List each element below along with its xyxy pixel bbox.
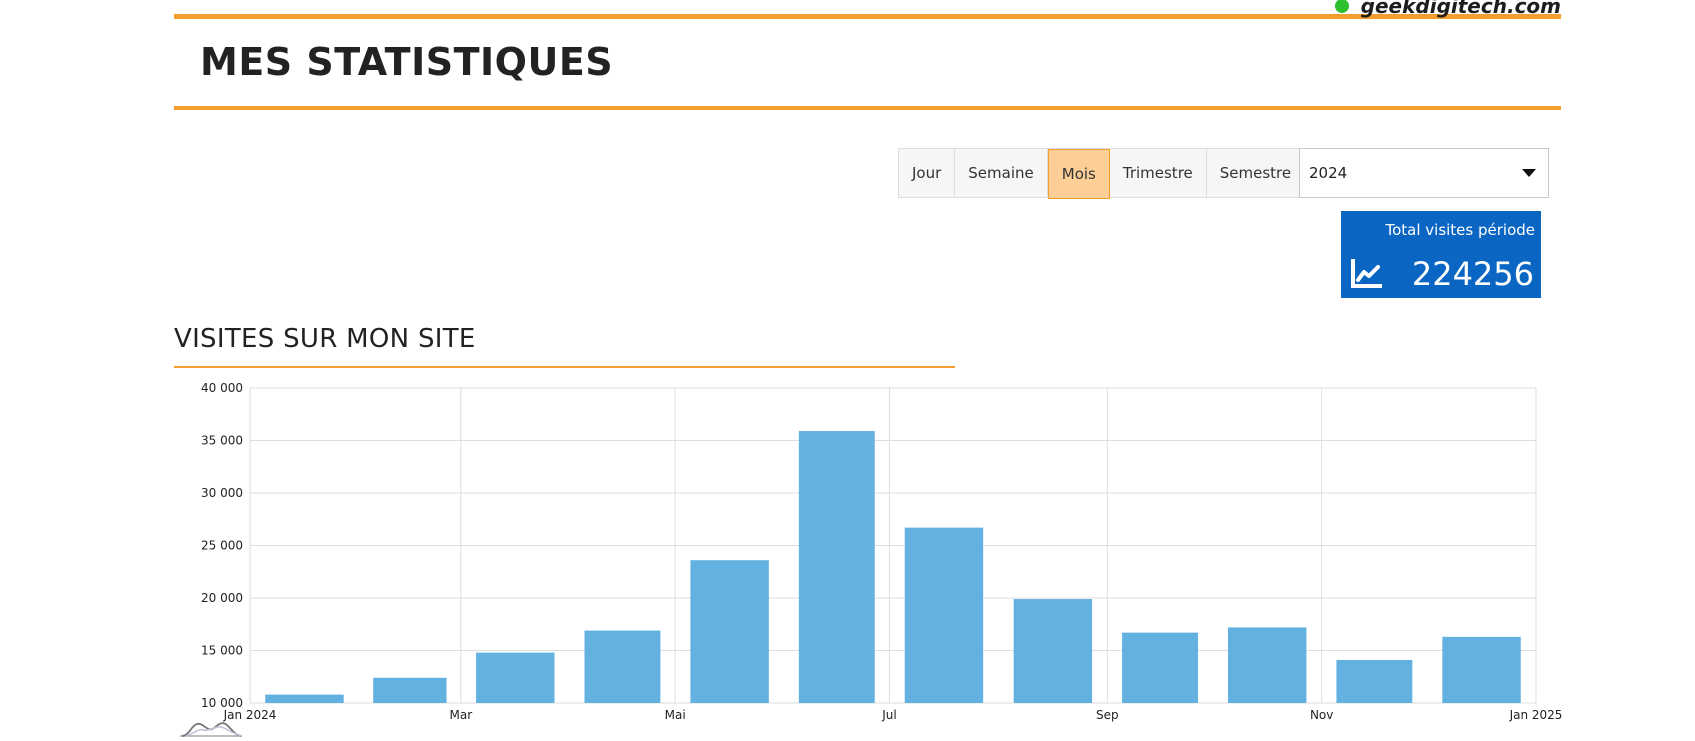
chart-bar [1227,627,1307,703]
chart-bar [798,431,875,703]
chart-bar [1442,636,1521,703]
chart-bar [476,652,555,703]
chart-bar [1122,632,1198,703]
chart-x-axis: Jan 2024 Mar Mai Jul Sep Nov Jan 2025 [223,708,1563,722]
x-tick-label: Mai [665,708,686,722]
x-tick-label: Jan 2025 [1509,708,1563,722]
y-tick-label: 20 000 [201,591,243,605]
y-tick-label: 15 000 [201,644,243,658]
chart-bar [1336,659,1413,703]
chart-bar [904,527,984,703]
x-tick-label: Sep [1096,708,1119,722]
chart-bar [373,677,447,703]
x-tick-label: Nov [1310,708,1333,722]
chart-bar [690,560,769,703]
chart-grid [249,387,1537,704]
chart-bar [265,694,344,703]
chart-bar [1013,599,1093,703]
x-tick-label: Mar [449,708,472,722]
y-tick-label: 30 000 [201,486,243,500]
y-tick-label: 40 000 [201,381,243,395]
visits-bar-chart: 10 00015 00020 00025 00030 00035 00040 0… [201,381,1563,722]
x-tick-label: Jul [881,708,896,722]
chart-logo-icon [180,722,243,737]
chart-bar [584,630,661,703]
y-tick-label: 35 000 [201,434,243,448]
chart-bars [265,431,1521,703]
chart-y-axis: 10 00015 00020 00025 00030 00035 00040 0… [201,381,243,710]
y-tick-label: 25 000 [201,539,243,553]
